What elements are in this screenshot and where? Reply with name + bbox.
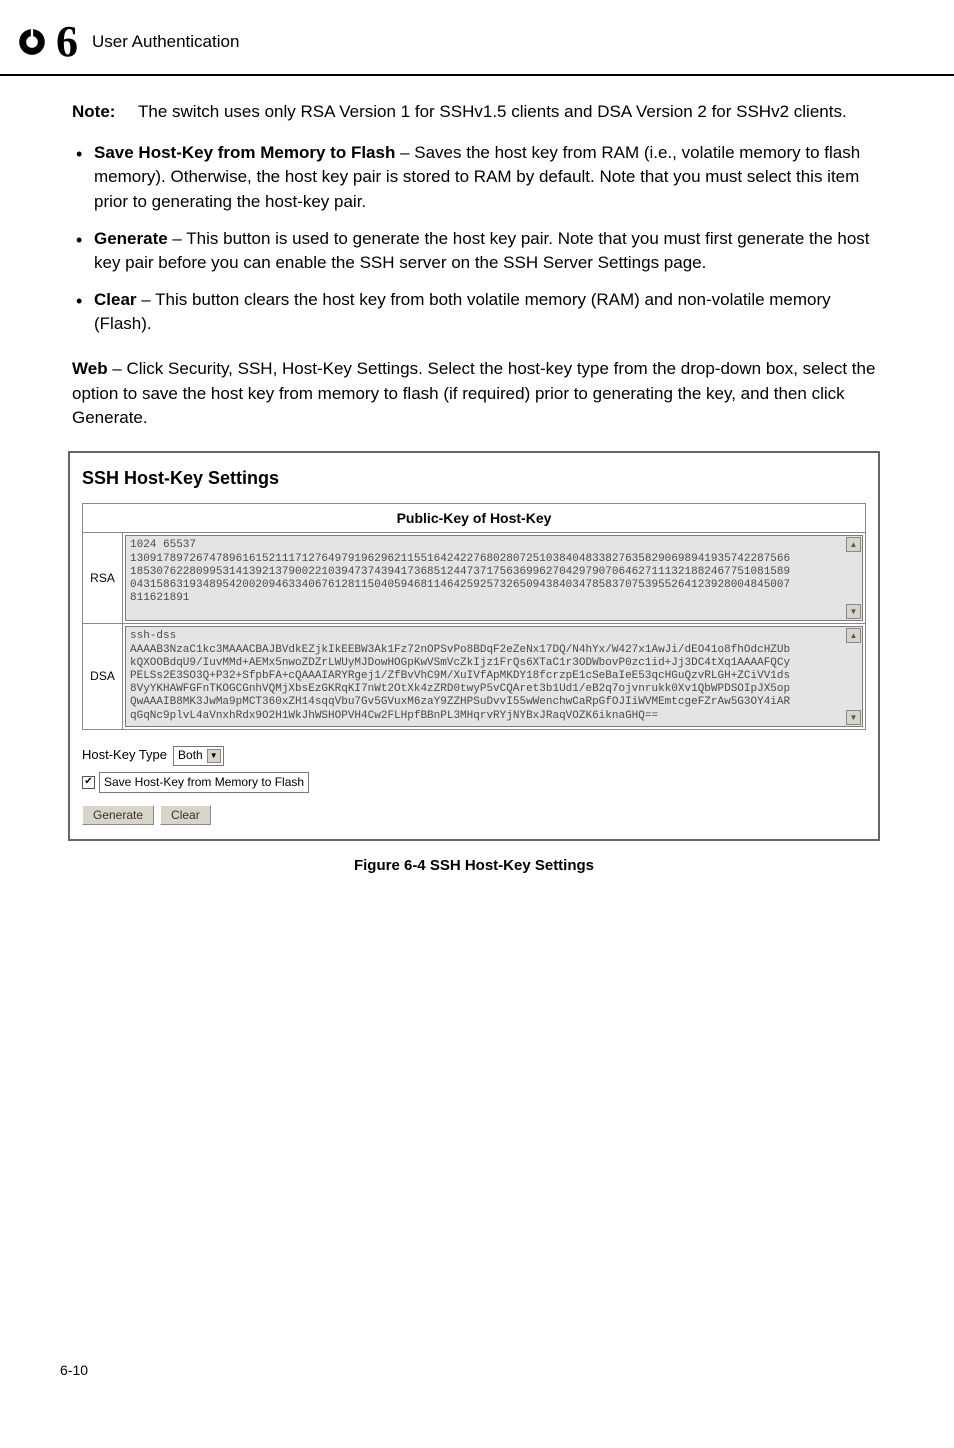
- button-row: Generate Clear: [82, 805, 866, 825]
- public-key-box: Public-Key of Host-Key RSA 1024 65537 13…: [82, 503, 866, 730]
- scroll-down-icon[interactable]: ▼: [846, 604, 861, 619]
- page-header: 6 User Authentication: [0, 20, 954, 76]
- rsa-label: RSA: [83, 533, 123, 623]
- public-key-header: Public-Key of Host-Key: [83, 504, 865, 533]
- save-to-flash-row: ✔ Save Host-Key from Memory to Flash: [82, 772, 866, 793]
- host-key-type-dropdown[interactable]: Both ▼: [173, 746, 224, 766]
- feature-bullets: Save Host-Key from Memory to Flash – Sav…: [72, 141, 876, 337]
- dsa-key-textarea[interactable]: ssh-dss AAAAB3NzaC1kc3MAAACBAJBVdkEZjkIk…: [125, 626, 863, 726]
- dsa-key-value: ssh-dss AAAAB3NzaC1kc3MAAACBAJBVdkEZjkIk…: [126, 627, 862, 725]
- bullet-desc: – This button clears the host key from b…: [94, 290, 831, 334]
- bullet-desc: – This button is used to generate the ho…: [94, 229, 870, 273]
- brand-logo-icon: [18, 28, 46, 56]
- page-number: 6-10: [60, 1362, 88, 1378]
- host-key-type-value: Both: [178, 747, 203, 764]
- rsa-row: RSA 1024 65537 1309178972674789616152111…: [83, 533, 865, 624]
- save-to-flash-checkbox[interactable]: ✔: [82, 776, 95, 789]
- dsa-row: DSA ssh-dss AAAAB3NzaC1kc3MAAACBAJBVdkEZ…: [83, 624, 865, 729]
- scroll-down-icon[interactable]: ▼: [846, 710, 861, 725]
- web-label: Web: [72, 359, 108, 378]
- scroll-up-icon[interactable]: ▲: [846, 628, 861, 643]
- bullet-term: Generate: [94, 229, 168, 248]
- chevron-down-icon: ▼: [207, 749, 221, 763]
- web-paragraph: Web – Click Security, SSH, Host-Key Sett…: [72, 357, 876, 431]
- rsa-key-textarea[interactable]: 1024 65537 13091789726747896161521117127…: [125, 535, 863, 621]
- bullet-save-host-key: Save Host-Key from Memory to Flash – Sav…: [94, 141, 876, 215]
- bullet-clear: Clear – This button clears the host key …: [94, 288, 876, 337]
- note-block: Note: The switch uses only RSA Version 1…: [72, 100, 876, 125]
- host-key-type-label: Host-Key Type: [82, 746, 167, 765]
- chapter-number: 6: [56, 20, 78, 64]
- bullet-generate: Generate – This button is used to genera…: [94, 227, 876, 276]
- panel-title: SSH Host-Key Settings: [82, 465, 866, 491]
- save-to-flash-label: Save Host-Key from Memory to Flash: [99, 772, 309, 793]
- bullet-term: Clear: [94, 290, 137, 309]
- note-text: The switch uses only RSA Version 1 for S…: [138, 100, 847, 125]
- clear-button[interactable]: Clear: [160, 805, 211, 825]
- note-label: Note:: [72, 100, 130, 125]
- scroll-up-icon[interactable]: ▲: [846, 537, 861, 552]
- web-text: – Click Security, SSH, Host-Key Settings…: [72, 359, 875, 427]
- ssh-settings-panel: SSH Host-Key Settings Public-Key of Host…: [68, 451, 880, 841]
- host-key-type-row: Host-Key Type Both ▼: [82, 746, 866, 766]
- chapter-title: User Authentication: [92, 32, 239, 52]
- generate-button[interactable]: Generate: [82, 805, 154, 825]
- dsa-label: DSA: [83, 624, 123, 728]
- figure-caption: Figure 6-4 SSH Host-Key Settings: [72, 855, 876, 877]
- rsa-key-value: 1024 65537 13091789726747896161521117127…: [126, 536, 862, 608]
- bullet-term: Save Host-Key from Memory to Flash: [94, 143, 395, 162]
